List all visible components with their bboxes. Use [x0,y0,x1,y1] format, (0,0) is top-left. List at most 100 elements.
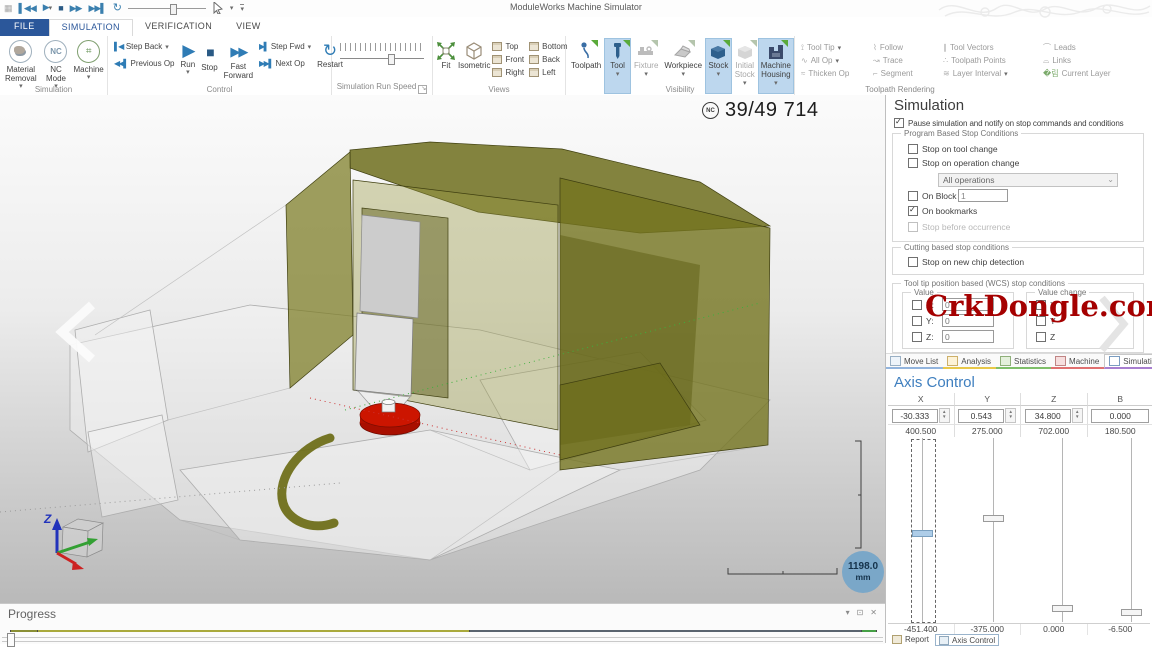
axis-y-spinner[interactable]: ▲▼ [1005,408,1016,423]
tab-simulation-panel[interactable]: Simulation [1104,354,1152,369]
tab-axis-control[interactable]: Axis Control [935,634,999,646]
axis-b-slider-handle[interactable] [1121,609,1142,616]
tab-simulation[interactable]: SIMULATION [49,19,133,36]
view-top-button[interactable]: Top [492,42,524,51]
tool-vectors-button[interactable]: ∥Tool Vectors [943,41,1043,54]
tab-view[interactable]: VIEW [224,19,273,36]
viewport-3d[interactable]: Z NC 39/49 714 1198.0 mm [0,95,885,603]
axis-y-value[interactable]: 0.543 [958,409,1004,423]
material-removal-button[interactable]: Material Removal▾ [3,38,38,91]
axis-z-slider[interactable] [1062,438,1063,622]
axis-b-value[interactable]: 0.000 [1091,409,1149,423]
wcs-z-input[interactable] [942,330,994,343]
fit-button[interactable]: Fit [436,39,456,70]
next-op-button[interactable]: ▶▶▌Next Op [259,59,311,68]
progress-slider-track[interactable] [2,637,883,642]
restart-icon[interactable]: ↻ [113,1,121,15]
tool-tip-label: Tool Tip [807,43,835,52]
on-block-checkbox[interactable] [908,191,918,201]
view-left-button[interactable]: Left [529,68,567,77]
step-back-button[interactable]: ▌◀Step Back▾ [114,42,175,51]
tab-move-list[interactable]: Move List [886,355,943,369]
step-fwd-button[interactable]: ▶▌Step Fwd▾ [259,42,311,51]
view-right-button[interactable]: Right [492,68,524,77]
nc-mode-button[interactable]: NC NC Mode▾ [41,38,71,91]
tool-visibility-label: Tool [610,62,625,71]
panel-menu-icon[interactable]: ▾ [846,608,850,617]
pointer-cursor-icon[interactable] [213,2,223,14]
on-block-input[interactable] [958,189,1008,202]
toolpath-points-button[interactable]: ∴Toolpath Points [943,54,1043,67]
progress-slider-handle[interactable] [7,633,15,647]
dialog-launcher-icon[interactable]: ↘ [418,85,427,94]
axis-z-value[interactable]: 34.800 [1025,409,1071,423]
leads-button[interactable]: ⌒Leads [1043,41,1131,54]
simulation-panel: Simulation Pause simulation and notify o… [885,95,1152,643]
axis-b-slider[interactable] [1131,438,1132,622]
fast-forward-button[interactable]: ▶▶ Fast Forward [224,40,253,80]
all-op-label: All Op [811,56,833,65]
axis-x-slider-handle[interactable] [912,530,933,537]
isometric-button[interactable]: Isometric [458,39,490,70]
previous-op-button[interactable]: ◀◀▌Previous Op [114,59,175,68]
links-button[interactable]: ⌓Links [1043,54,1131,67]
axis-x-value[interactable]: -30.333 [892,409,938,423]
progress-segments-bar[interactable] [10,630,877,632]
axis-y-slider-handle[interactable] [983,515,1004,522]
speed-slider[interactable] [340,54,424,64]
app-icon[interactable]: ▦ [4,1,12,15]
trace-button[interactable]: ↝Trace [873,54,943,67]
group-toolpath-rendering: ⟟Tool Tip▾ ⌇Follow ∥Tool Vectors ⌒Leads … [795,36,1125,95]
stop-before-occurrence-checkbox[interactable] [908,222,918,232]
tab-statistics[interactable]: Statistics [996,355,1051,369]
axis-y-slider[interactable] [993,438,994,622]
run-button[interactable]: ▶ Run▾ [181,40,196,77]
layer-interval-button[interactable]: ≋Layer Interval▾ [943,67,1043,80]
pin-icon[interactable]: ⊡ [857,608,864,617]
skip-to-end-icon[interactable]: ▶▶▌ [88,1,105,15]
tab-machine[interactable]: Machine [1051,355,1104,369]
segment-button[interactable]: ⌐Segment [873,67,943,80]
play-icon[interactable]: ▶▾ [43,0,51,16]
tab-analysis[interactable]: Analysis [943,355,996,369]
stop-button[interactable]: ■ Stop [201,40,217,72]
wcs-z-checkbox[interactable] [912,332,922,342]
cube-icon [492,68,502,77]
pause-simulation-checkbox[interactable] [894,118,904,128]
close-icon[interactable]: ✕ [870,608,877,617]
fast-forward-icon[interactable]: ▶▶ [70,1,82,15]
operations-dropdown[interactable]: All operations ⌄ [938,173,1118,187]
value-change-z-checkbox[interactable] [1036,332,1046,342]
tab-verification[interactable]: VERIFICATION [133,19,224,36]
axis-x-slider[interactable] [922,438,923,622]
all-op-button[interactable]: ∿All Op▾ [801,54,873,67]
axis-z-spinner[interactable]: ▲▼ [1072,408,1083,423]
stop-on-tool-change-checkbox[interactable] [908,144,918,154]
thicken-op-button[interactable]: ≈Thicken Op [801,67,873,80]
stop-on-operation-change-checkbox[interactable] [908,158,918,168]
wcs-x-checkbox[interactable] [912,300,922,310]
machine-3d-model: Z [0,95,885,603]
machine-button[interactable]: ⌗ Machine▾ [74,38,104,91]
view-bottom-button[interactable]: Bottom [529,42,567,51]
play-dropdown-icon[interactable]: ▾ [49,5,52,12]
group-simulation-label: Simulation [0,85,107,94]
stop-on-chip-checkbox[interactable] [908,257,918,267]
dropdown-caret-icon: ▾ [165,43,169,51]
on-bookmarks-checkbox[interactable] [908,206,918,216]
qat-speed-slider[interactable] [128,3,206,13]
pointer-dropdown-icon[interactable]: ▾ [230,4,234,12]
current-layer-button[interactable]: �림Current Layer [1043,67,1131,80]
tool-tip-button[interactable]: ⟟Tool Tip▾ [801,41,873,54]
follow-button[interactable]: ⌇Follow [873,41,943,54]
wcs-y-checkbox[interactable] [912,316,922,326]
stop-icon[interactable]: ■ [58,1,62,15]
axis-x-spinner[interactable]: ▲▼ [939,408,950,423]
axis-z-slider-handle[interactable] [1052,605,1073,612]
view-back-button[interactable]: Back [529,55,567,64]
customize-qat-icon[interactable]: ▾ [240,4,244,13]
step-to-start-icon[interactable]: ▌◀◀ [19,1,36,15]
view-front-button[interactable]: Front [492,55,524,64]
tab-file[interactable]: FILE [0,19,49,36]
check-flag-icon [750,40,757,47]
